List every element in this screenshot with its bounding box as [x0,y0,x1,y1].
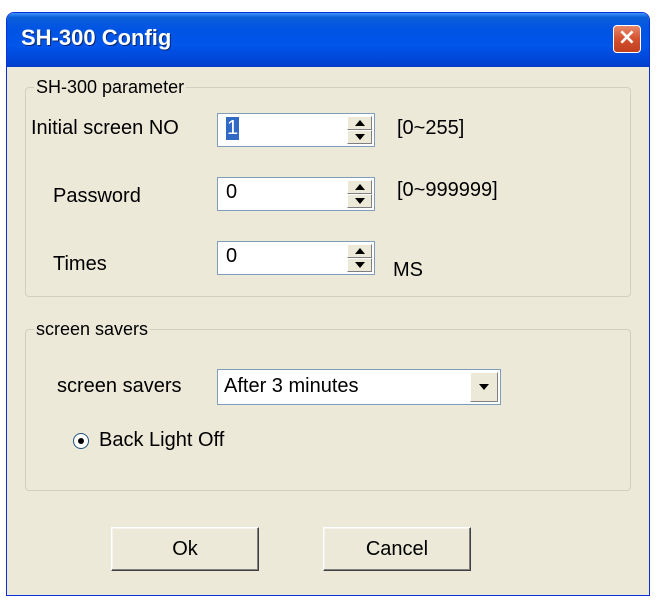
initial-screen-label: Initial screen NO [31,117,179,139]
window-title: SH-300 Config [21,25,172,50]
chevron-down-icon [355,262,365,268]
close-button[interactable]: × [613,25,641,53]
backlight-off-label: Back Light Off [99,429,225,451]
password-spinbox[interactable]: 0 [217,177,375,211]
times-label: Times [53,253,107,275]
dialog-body: SH-300 parameter Initial screen NO 1 [0~… [11,67,645,591]
chevron-up-icon [355,120,365,126]
close-icon: × [617,25,637,50]
initial-screen-value[interactable]: 1 [226,117,240,140]
initial-screen-updown[interactable] [346,116,372,144]
dialog-window: SH-300 Config × SH-300 parameter Initial… [6,12,650,596]
dropdown-button[interactable] [470,372,498,402]
ok-button[interactable]: Ok [111,527,259,571]
spin-up-button[interactable] [347,180,372,194]
title-bar[interactable]: SH-300 Config × [7,13,649,67]
times-spinbox[interactable]: 0 [217,241,375,275]
parameter-group-legend: SH-300 parameter [36,77,185,97]
password-updown[interactable] [346,180,372,208]
screensaver-select[interactable]: After 3 minutes [217,369,501,405]
chevron-down-icon [355,134,365,140]
spin-down-button[interactable] [347,194,372,208]
times-unit: MS [393,259,423,281]
chevron-up-icon [355,248,365,254]
times-value[interactable]: 0 [226,245,237,268]
screensaver-select-value: After 3 minutes [224,375,359,397]
password-value[interactable]: 0 [226,181,237,204]
chevron-up-icon [355,184,365,190]
initial-screen-spinbox[interactable]: 1 [217,113,375,147]
chevron-down-icon [479,384,489,390]
screensaver-group-legend: screen savers [36,319,149,339]
screensaver-select-label: screen savers [57,375,182,397]
password-range: [0~999999] [397,179,498,201]
spin-up-button[interactable] [347,116,372,130]
cancel-button[interactable]: Cancel [323,527,471,571]
chevron-down-icon [355,198,365,204]
screensaver-group: screen savers [25,319,631,491]
backlight-off-radio[interactable] [73,433,89,449]
spin-down-button[interactable] [347,258,372,272]
spin-down-button[interactable] [347,130,372,144]
spin-up-button[interactable] [347,244,372,258]
password-label: Password [53,185,141,207]
times-updown[interactable] [346,244,372,272]
radio-dot-icon [78,438,84,444]
initial-screen-range: [0~255] [397,117,465,139]
